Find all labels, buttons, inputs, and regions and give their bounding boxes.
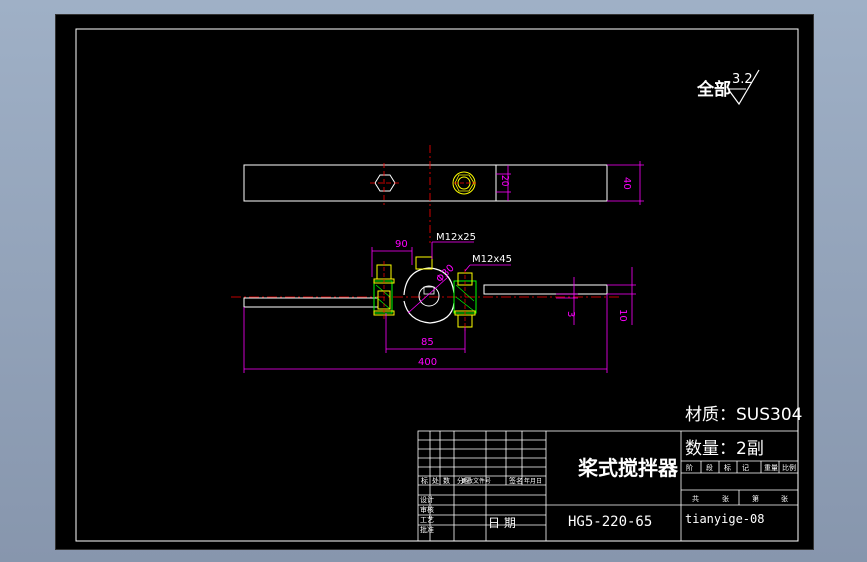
title-block-header-scale: 比例 bbox=[782, 463, 796, 472]
dimension-top-hole-offset: 20 bbox=[499, 175, 510, 187]
surface-finish-mark: 全部 3.2 bbox=[696, 69, 760, 106]
dimension-bolt-spacing-bottom: 85 bbox=[421, 337, 434, 348]
title-block-reviewer-label: 审核 bbox=[420, 505, 434, 514]
surface-finish-value: 3.2 bbox=[732, 72, 753, 87]
title-block-header-weight: 重量 bbox=[764, 464, 778, 472]
right-paddle-blade bbox=[483, 284, 608, 295]
author-label: tianyige-08 bbox=[685, 512, 764, 526]
title-block-sheet-number-label: 第 bbox=[752, 494, 759, 503]
title-block-header-2: 处 bbox=[432, 476, 439, 485]
dimension-top-width: 40 bbox=[621, 177, 632, 190]
part-name: 桨式搅拌器 bbox=[578, 456, 679, 480]
title-block-header-mark-2: 记 bbox=[742, 464, 749, 472]
title-block-designer-label: 设计 bbox=[420, 495, 434, 504]
right-bolt-assembly bbox=[453, 269, 477, 331]
drawing-sheet: 全部 3.2 20 40 90 M12x25 M12x45 Φ30 85 400… bbox=[55, 14, 814, 550]
title-block-header-3: 数 bbox=[443, 476, 450, 485]
title-block-sheet-total-unit: 张 bbox=[722, 494, 729, 503]
dimension-thickness: 10 bbox=[617, 309, 628, 322]
left-paddle-blade bbox=[243, 297, 379, 308]
quantity-label: 数量：2副 bbox=[685, 439, 764, 459]
top-view: 20 40 bbox=[243, 145, 644, 243]
material-label: 材质：SUS304 bbox=[685, 405, 802, 425]
title-block-header-6: 签名 bbox=[509, 476, 523, 485]
title-block-process-label: 工艺 bbox=[420, 516, 434, 524]
title-block-approver-label: 批准 bbox=[420, 525, 434, 534]
dimension-overall-length: 400 bbox=[418, 357, 437, 368]
title-block-sheet-total-label: 共 bbox=[692, 494, 699, 503]
dimension-thickness-small: 3 bbox=[565, 311, 576, 317]
front-view: 90 M12x25 M12x45 Φ30 85 400 3 10 bbox=[231, 232, 636, 373]
surface-finish-prefix: 全部 bbox=[696, 79, 731, 100]
title-block-header-7: 年月日 bbox=[524, 477, 542, 485]
title-block-header-stage-1: 阶 bbox=[686, 463, 693, 472]
title-block-header-stage-2: 段 bbox=[706, 463, 713, 472]
paddle-plate-top-view bbox=[243, 164, 608, 202]
top-nut bbox=[415, 256, 433, 270]
label-shaft-diameter: Φ30 bbox=[434, 263, 456, 285]
drawing-number: HG5-220-65 bbox=[568, 514, 652, 530]
left-bolt-assembly bbox=[373, 261, 395, 319]
label-bolt-right: M12x45 bbox=[472, 254, 512, 265]
dimension-bolt-spacing: 90 bbox=[395, 239, 408, 250]
title-block-header-5: 更改文件号 bbox=[461, 477, 491, 485]
title-block-header-1: 标 bbox=[421, 476, 428, 485]
label-bolt-top: M12x25 bbox=[436, 232, 476, 243]
title-block-header-mark-1: 标 bbox=[724, 463, 731, 472]
title-block-sheet-number-unit: 张 bbox=[781, 494, 788, 503]
date-label: 日 期 bbox=[488, 516, 516, 530]
